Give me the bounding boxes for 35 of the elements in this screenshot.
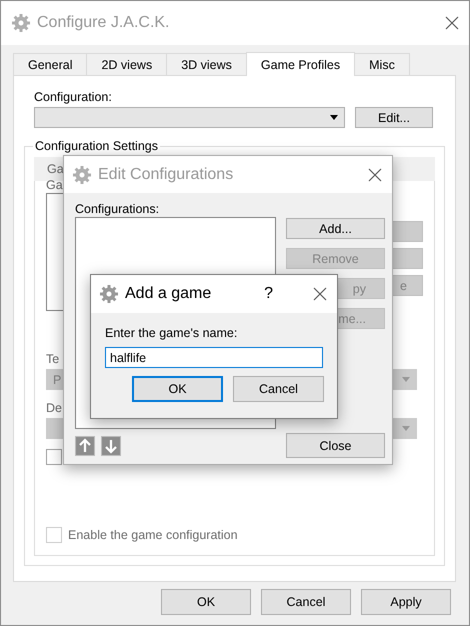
button[interactable]: OK bbox=[161, 589, 251, 615]
caret-icon bbox=[402, 426, 410, 431]
button[interactable]: OK bbox=[132, 376, 223, 402]
prompt-label: Enter the game's name: bbox=[105, 325, 238, 341]
group-title: Configuration Settings bbox=[33, 138, 160, 154]
button[interactable]: Add... bbox=[286, 218, 385, 239]
tab[interactable]: General bbox=[13, 53, 88, 75]
close-button[interactable]: Close bbox=[286, 433, 385, 458]
dialog-title: Edit Configurations bbox=[98, 166, 234, 184]
dialog-title: Add a game bbox=[125, 285, 212, 303]
name-field[interactable]: halflife bbox=[105, 347, 323, 368]
checkbox[interactable] bbox=[46, 449, 62, 465]
gear-icon bbox=[11, 13, 31, 33]
checkbox-label: Enable the game configuration bbox=[68, 527, 238, 543]
tab[interactable]: Game Profiles bbox=[246, 52, 356, 76]
caret-icon bbox=[402, 377, 410, 382]
configuration-dropdown[interactable] bbox=[34, 107, 345, 128]
help-button[interactable]: ? bbox=[264, 285, 273, 303]
close-icon[interactable] bbox=[368, 168, 382, 182]
field-label: Configuration: bbox=[34, 89, 112, 105]
gear-icon bbox=[72, 164, 92, 184]
gear-icon bbox=[99, 284, 119, 304]
dropdown-value: P bbox=[53, 372, 62, 386]
edit-button[interactable]: Edit... bbox=[355, 107, 433, 128]
caret-icon bbox=[330, 115, 338, 120]
window-title: Configure J.A.C.K. bbox=[37, 14, 170, 32]
close-icon[interactable] bbox=[313, 287, 327, 301]
tab[interactable]: Misc bbox=[354, 53, 410, 75]
button[interactable]: Apply bbox=[361, 589, 451, 615]
button[interactable]: Cancel bbox=[261, 589, 351, 615]
button[interactable]: Cancel bbox=[233, 376, 324, 402]
field-label: Te bbox=[46, 351, 60, 367]
field-label: Configurations: bbox=[75, 201, 160, 217]
close-icon[interactable] bbox=[445, 16, 459, 30]
field-label: De bbox=[46, 400, 62, 416]
